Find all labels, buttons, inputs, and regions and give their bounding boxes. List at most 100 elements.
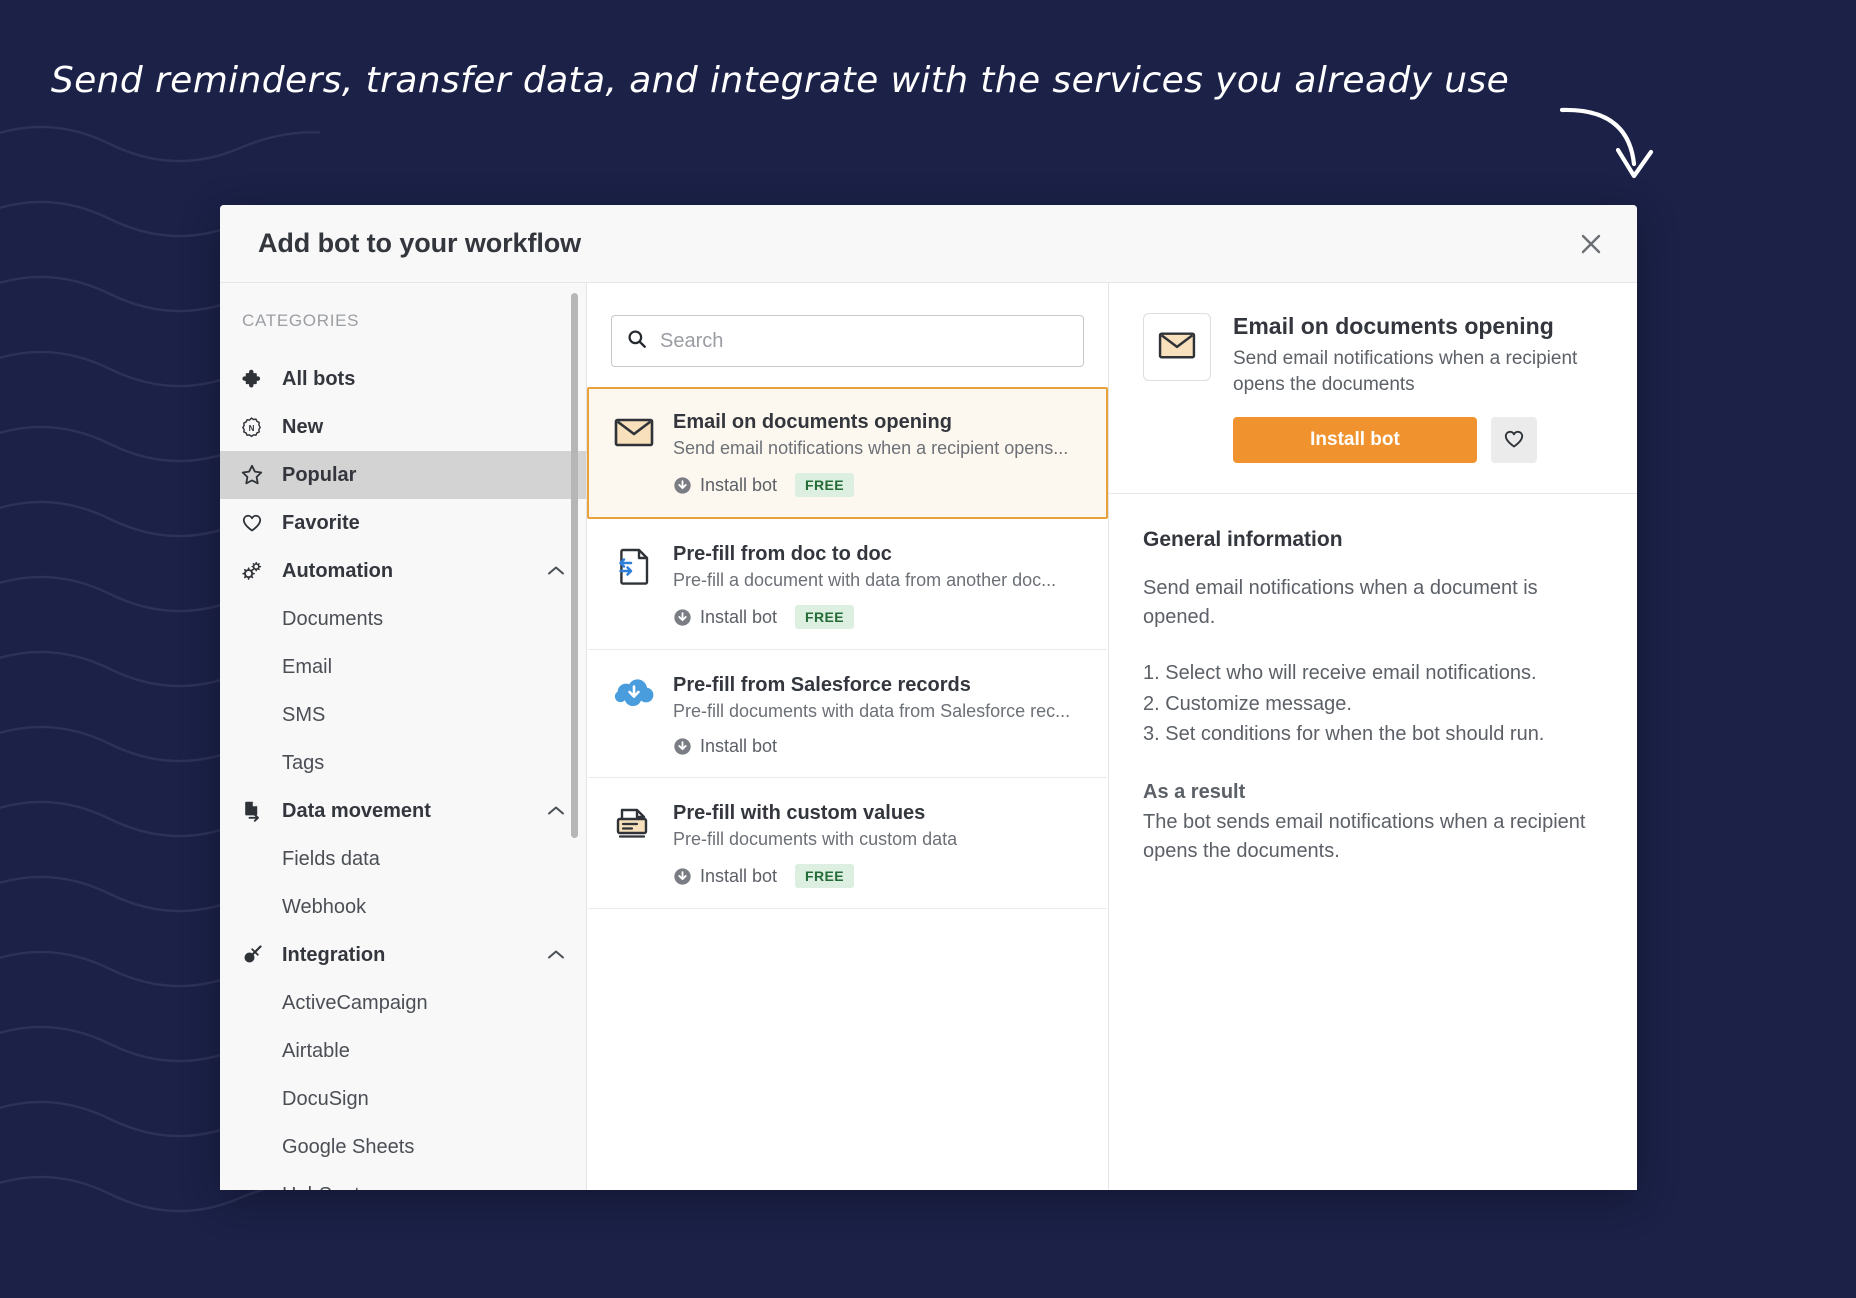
sidebar-item-label: Favorite <box>282 512 586 535</box>
categories-sidebar: CATEGORIES All bots N New <box>220 283 587 1190</box>
salesforce-cloud-icon <box>611 674 657 720</box>
general-information-text: Send email notifications when a document… <box>1143 574 1593 632</box>
free-badge: FREE <box>795 864 854 888</box>
new-badge-icon: N <box>240 414 270 440</box>
close-icon <box>1578 231 1604 257</box>
install-bot-link[interactable]: Install bot <box>673 736 777 757</box>
sidebar-item-label: Integration <box>282 944 542 967</box>
heart-icon <box>1502 427 1526 454</box>
bot-thumbnail <box>1143 313 1211 381</box>
chevron-up-icon <box>542 565 570 577</box>
bot-list-column: Email on documents opening Send email no… <box>587 283 1109 1190</box>
bot-list-item-pre-fill-with-custom-values[interactable]: Pre-fill with custom values Pre-fill doc… <box>587 778 1108 909</box>
chevron-up-icon <box>542 949 570 961</box>
sidebar-item-label: Tags <box>282 752 324 775</box>
sidebar-item-label: Fields data <box>282 848 380 871</box>
sidebar-item-docusign[interactable]: DocuSign <box>220 1075 586 1123</box>
search-box[interactable] <box>611 315 1084 367</box>
page-headline: Send reminders, transfer data, and integ… <box>0 60 1560 101</box>
bot-detail-body: General information Send email notificat… <box>1109 494 1637 866</box>
sidebar-group-data-movement[interactable]: Data movement <box>220 787 586 835</box>
modal-header: Add bot to your workflow <box>220 205 1637 283</box>
close-button[interactable] <box>1567 220 1615 268</box>
add-bot-modal: Add bot to your workflow CATEGORIES All … <box>220 205 1637 1190</box>
install-bot-link[interactable]: Install bot <box>673 607 777 628</box>
bot-description: Pre-fill a document with data from anoth… <box>673 570 1088 591</box>
bot-list-item-pre-fill-from-salesforce-records[interactable]: Pre-fill from Salesforce records Pre-fil… <box>587 650 1108 778</box>
sidebar-item-label: SMS <box>282 704 325 727</box>
sidebar-item-label: DocuSign <box>282 1088 369 1111</box>
sidebar-item-airtable[interactable]: Airtable <box>220 1027 586 1075</box>
puzzle-icon <box>240 366 270 392</box>
sidebar-item-documents[interactable]: Documents <box>220 595 586 643</box>
bot-step: 2. Customize message. <box>1143 689 1593 719</box>
sidebar-item-label: Automation <box>282 560 542 583</box>
sidebar-item-sms[interactable]: SMS <box>220 691 586 739</box>
sidebar-group-automation[interactable]: Automation <box>220 547 586 595</box>
bot-description: Send email notifications when a recipien… <box>673 438 1088 459</box>
sidebar-item-label: Data movement <box>282 800 542 823</box>
install-bot-label: Install bot <box>700 736 777 757</box>
bot-description: Pre-fill documents with custom data <box>673 829 1088 850</box>
download-icon <box>673 737 692 756</box>
sidebar-item-label: Airtable <box>282 1040 350 1063</box>
bot-detail-header: Email on documents opening Send email no… <box>1109 283 1637 494</box>
sidebar-item-label: Webhook <box>282 896 366 919</box>
star-icon <box>240 462 270 488</box>
favorite-button[interactable] <box>1491 417 1537 463</box>
sidebar-item-fields-data[interactable]: Fields data <box>220 835 586 883</box>
bot-step: 3. Set conditions for when the bot shoul… <box>1143 719 1593 749</box>
envelope-icon <box>611 411 657 457</box>
download-icon <box>673 476 692 495</box>
sidebar-item-label: All bots <box>282 368 586 391</box>
bot-list-item-email-on-documents-opening[interactable]: Email on documents opening Send email no… <box>587 387 1108 519</box>
install-bot-label: Install bot <box>700 866 777 887</box>
sidebar-item-hubspot[interactable]: HubSpot <box>220 1171 586 1190</box>
heart-icon <box>240 510 270 536</box>
install-bot-link[interactable]: Install bot <box>673 475 777 496</box>
sidebar-scrollbar[interactable] <box>571 293 578 838</box>
bot-title: Pre-fill with custom values <box>673 802 1088 825</box>
download-icon <box>673 608 692 627</box>
svg-text:N: N <box>249 423 255 432</box>
bot-list: Email on documents opening Send email no… <box>587 387 1108 1190</box>
sidebar-item-tags[interactable]: Tags <box>220 739 586 787</box>
categories-heading: CATEGORIES <box>220 311 586 331</box>
sidebar-group-integration[interactable]: Integration <box>220 931 586 979</box>
sidebar-item-new[interactable]: N New <box>220 403 586 451</box>
gears-icon <box>240 558 270 584</box>
modal-body: CATEGORIES All bots N New <box>220 283 1637 1190</box>
chevron-up-icon <box>542 805 570 817</box>
sidebar-item-email[interactable]: Email <box>220 643 586 691</box>
sidebar-item-popular[interactable]: Popular <box>220 451 586 499</box>
sidebar-item-activecampaign[interactable]: ActiveCampaign <box>220 979 586 1027</box>
bot-step: 1. Select who will receive email notific… <box>1143 658 1593 688</box>
sidebar-item-all-bots[interactable]: All bots <box>220 355 586 403</box>
envelope-icon <box>1157 329 1197 366</box>
doc-lines-icon <box>611 802 657 848</box>
search-input[interactable] <box>660 330 1069 353</box>
bot-steps-list: 1. Select who will receive email notific… <box>1143 658 1593 749</box>
sidebar-item-google-sheets[interactable]: Google Sheets <box>220 1123 586 1171</box>
bot-title: Pre-fill from Salesforce records <box>673 674 1088 697</box>
bot-list-item-pre-fill-from-doc-to-doc[interactable]: Pre-fill from doc to doc Pre-fill a docu… <box>587 519 1108 650</box>
bot-description: Pre-fill documents with data from Salesf… <box>673 701 1088 722</box>
as-a-result-heading: As a result <box>1143 781 1593 804</box>
bot-title: Email on documents opening <box>673 411 1088 434</box>
bot-detail-subtitle: Send email notifications when a recipien… <box>1233 346 1588 397</box>
sidebar-item-label: ActiveCampaign <box>282 992 428 1015</box>
bot-detail-panel: Email on documents opening Send email no… <box>1109 283 1637 1190</box>
install-bot-button[interactable]: Install bot <box>1233 417 1477 463</box>
install-bot-label: Install bot <box>700 607 777 628</box>
plug-icon <box>240 942 270 968</box>
sidebar-item-label: HubSpot <box>282 1184 360 1191</box>
as-a-result-text: The bot sends email notifications when a… <box>1143 808 1593 866</box>
sidebar-item-label: Documents <box>282 608 383 631</box>
sidebar-item-favorite[interactable]: Favorite <box>220 499 586 547</box>
sidebar-item-webhook[interactable]: Webhook <box>220 883 586 931</box>
install-bot-link[interactable]: Install bot <box>673 866 777 887</box>
sidebar-item-label: Email <box>282 656 332 679</box>
sidebar-item-label: Popular <box>282 464 586 487</box>
general-information-heading: General information <box>1143 528 1593 552</box>
search-icon <box>626 328 648 355</box>
